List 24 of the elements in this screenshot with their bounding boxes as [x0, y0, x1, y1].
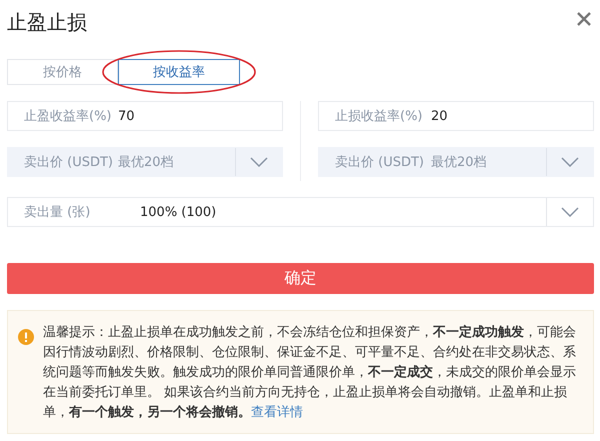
- field-value: 100% (100): [140, 204, 218, 220]
- confirm-button[interactable]: 确定: [7, 263, 594, 294]
- close-icon[interactable]: [577, 12, 591, 26]
- chevron-down-icon: [250, 157, 268, 167]
- rate-field[interactable]: 止盈收益率(%) 70: [7, 101, 283, 131]
- field-value: 最优20档: [118, 154, 175, 171]
- dialog-title: 止盈止损: [7, 8, 87, 36]
- notice-text: 温馨提示：止盈止损单在成功触发之前，不会冻结仓位和担保资产，不一定成功触发，可能会因行情波动剧烈、价格限制、仓位限制、保证金不足、可平量不足、合约处在非交易状态、系统问题等而触发失败。触发成功的限价单同普通限价单，不一定成交，未成交的限价单会显示在当前委托订单里。 如果该合约当前方向无持仓，止盈止损单将会自动撤销。止盈单和止损单，有一个触发，另一个将会撤销。查看详情: [43, 324, 577, 422]
- field-value: 20: [431, 108, 449, 124]
- tab[interactable]: 按收益率: [118, 59, 240, 85]
- field-label: 止损收益率(%): [334, 108, 424, 125]
- field-value: 70: [118, 108, 136, 124]
- chevron-down-icon: [561, 157, 579, 167]
- details-link[interactable]: 查看详情: [251, 405, 303, 420]
- field-label: 卖出量 (张): [23, 204, 92, 221]
- warning-icon: [18, 329, 34, 345]
- chevron-down-icon: [561, 207, 579, 217]
- field-label: 卖出价 (USDT): [334, 154, 425, 171]
- field-value: 最优20档: [431, 154, 488, 171]
- field-label: 止盈收益率(%): [23, 108, 112, 125]
- quantity-select[interactable]: 卖出量 (张) 100% (100): [7, 197, 594, 227]
- rate-field[interactable]: 止损收益率(%) 20: [318, 101, 594, 131]
- field-label: 卖出价 (USDT): [23, 154, 114, 171]
- tab[interactable]: 按价格: [7, 59, 118, 85]
